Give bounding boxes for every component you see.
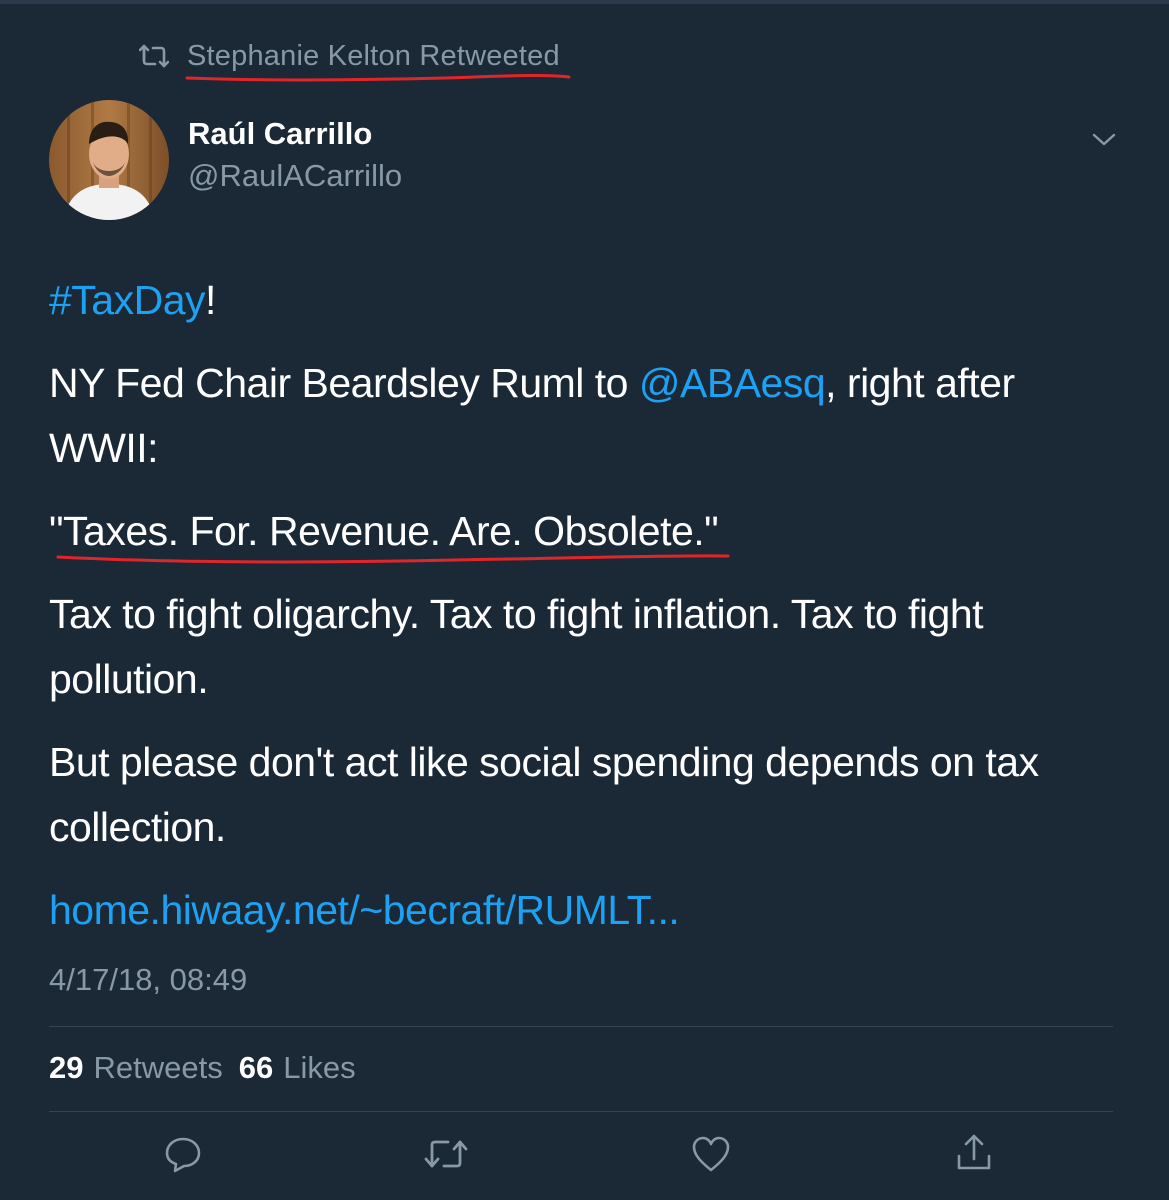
mention-link[interactable]: @ABAesq: [639, 360, 826, 406]
tweet-action-bar: [0, 1130, 1169, 1180]
tweet-timestamp: 4/17/18, 08:49: [49, 962, 248, 997]
author-name[interactable]: Raúl Carrillo: [188, 116, 372, 152]
quote-text-wrapper: "Taxes. For. Revenue. Are. Obsolete.": [49, 499, 730, 564]
tweet-text-segment: But please don't act like social spendin…: [49, 739, 1039, 850]
author-avatar[interactable]: [49, 100, 169, 220]
tweet-text-segment: Tax to fight oligarchy. Tax to fight inf…: [49, 591, 984, 702]
tweet-paragraph-5: But please don't act like social spendin…: [49, 730, 1129, 860]
retweet-icon: [137, 39, 171, 73]
tweet-detail-page: Stephanie Kelton Retweeted Raúl Carrillo…: [0, 0, 1169, 1200]
tweet-text-segment: NY Fed Chair Beardsley Ruml to: [49, 360, 639, 406]
top-edge: [0, 0, 1169, 4]
tweet-stats: 29 Retweets 66 Likes: [49, 1050, 356, 1086]
quote-text: "Taxes. For. Revenue. Are. Obsolete.": [49, 508, 719, 554]
like-icon[interactable]: [689, 1132, 733, 1176]
retweets-count: 29: [49, 1050, 84, 1085]
likes-count: 66: [238, 1050, 274, 1085]
divider: [49, 1026, 1113, 1027]
hashtag-link[interactable]: #TaxDay: [49, 277, 206, 323]
tweet-paragraph-6: home.hiwaay.net/~becraft/RUMLT...: [49, 878, 1129, 943]
retweets-label: Retweets: [93, 1050, 223, 1085]
tweet-paragraph-3: "Taxes. For. Revenue. Are. Obsolete.": [49, 499, 1129, 564]
url-link[interactable]: home.hiwaay.net/~becraft/RUMLT...: [49, 887, 680, 933]
tweet-text: #TaxDay! NY Fed Chair Beardsley Ruml to …: [49, 268, 1129, 961]
author-handle[interactable]: @RaulACarrillo: [188, 158, 402, 194]
avatar-photo: [49, 100, 169, 220]
share-icon[interactable]: [952, 1130, 996, 1174]
retweet-banner-text: Stephanie Kelton Retweeted: [185, 40, 571, 81]
divider: [49, 1111, 1113, 1112]
retweet-banner[interactable]: Stephanie Kelton Retweeted: [137, 36, 571, 81]
retweets-stat[interactable]: 29 Retweets: [49, 1050, 223, 1086]
tweet-paragraph-2: NY Fed Chair Beardsley Ruml to @ABAesq, …: [49, 351, 1129, 481]
hashtag-suffix: !: [205, 277, 216, 323]
tweet-paragraph-1: #TaxDay!: [49, 268, 1129, 333]
retweet-icon[interactable]: [424, 1132, 468, 1176]
likes-label: Likes: [283, 1050, 356, 1085]
reply-icon[interactable]: [161, 1132, 205, 1176]
tweet-paragraph-4: Tax to fight oligarchy. Tax to fight inf…: [49, 582, 1129, 712]
chevron-down-icon[interactable]: [1088, 124, 1120, 156]
likes-stat[interactable]: 66 Likes: [239, 1050, 356, 1086]
